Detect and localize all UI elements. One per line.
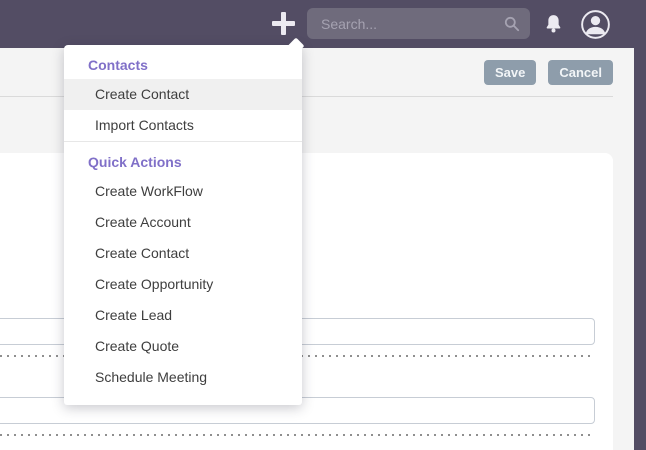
menu-section-header: Contacts bbox=[64, 45, 302, 79]
app-window: Save Cancel bbox=[0, 0, 646, 450]
right-edge-strip bbox=[634, 0, 646, 450]
menu-item-import-contacts[interactable]: Import Contacts bbox=[64, 110, 302, 141]
search-input[interactable] bbox=[307, 8, 530, 39]
menu-item-create-lead[interactable]: Create Lead bbox=[64, 300, 302, 331]
plus-dropdown-menu: ContactsCreate ContactImport ContactsQui… bbox=[64, 45, 302, 405]
menu-item-create-contact[interactable]: Create Contact bbox=[64, 238, 302, 269]
menu-item-create-account[interactable]: Create Account bbox=[64, 207, 302, 238]
cancel-button[interactable]: Cancel bbox=[548, 60, 613, 85]
menu-item-create-quote[interactable]: Create Quote bbox=[64, 331, 302, 362]
menu-section-0: ContactsCreate ContactImport Contacts bbox=[64, 45, 302, 141]
menu-section-header: Quick Actions bbox=[64, 142, 302, 176]
field-separator-dotted bbox=[0, 434, 594, 436]
top-navigation-bar bbox=[0, 0, 646, 48]
save-button[interactable]: Save bbox=[484, 60, 536, 85]
user-avatar-icon[interactable] bbox=[580, 9, 611, 40]
menu-item-create-opportunity[interactable]: Create Opportunity bbox=[64, 269, 302, 300]
global-search-box bbox=[307, 8, 530, 39]
search-icon[interactable] bbox=[504, 16, 520, 32]
bell-notifications-icon[interactable] bbox=[543, 13, 564, 34]
menu-item-create-contact[interactable]: Create Contact bbox=[64, 79, 302, 110]
menu-item-create-workflow[interactable]: Create WorkFlow bbox=[64, 176, 302, 207]
menu-section-1: Quick ActionsCreate WorkFlowCreate Accou… bbox=[64, 141, 302, 393]
plus-icon bbox=[281, 12, 286, 35]
quick-create-plus-button[interactable] bbox=[270, 10, 297, 37]
menu-item-schedule-meeting[interactable]: Schedule Meeting bbox=[64, 362, 302, 393]
